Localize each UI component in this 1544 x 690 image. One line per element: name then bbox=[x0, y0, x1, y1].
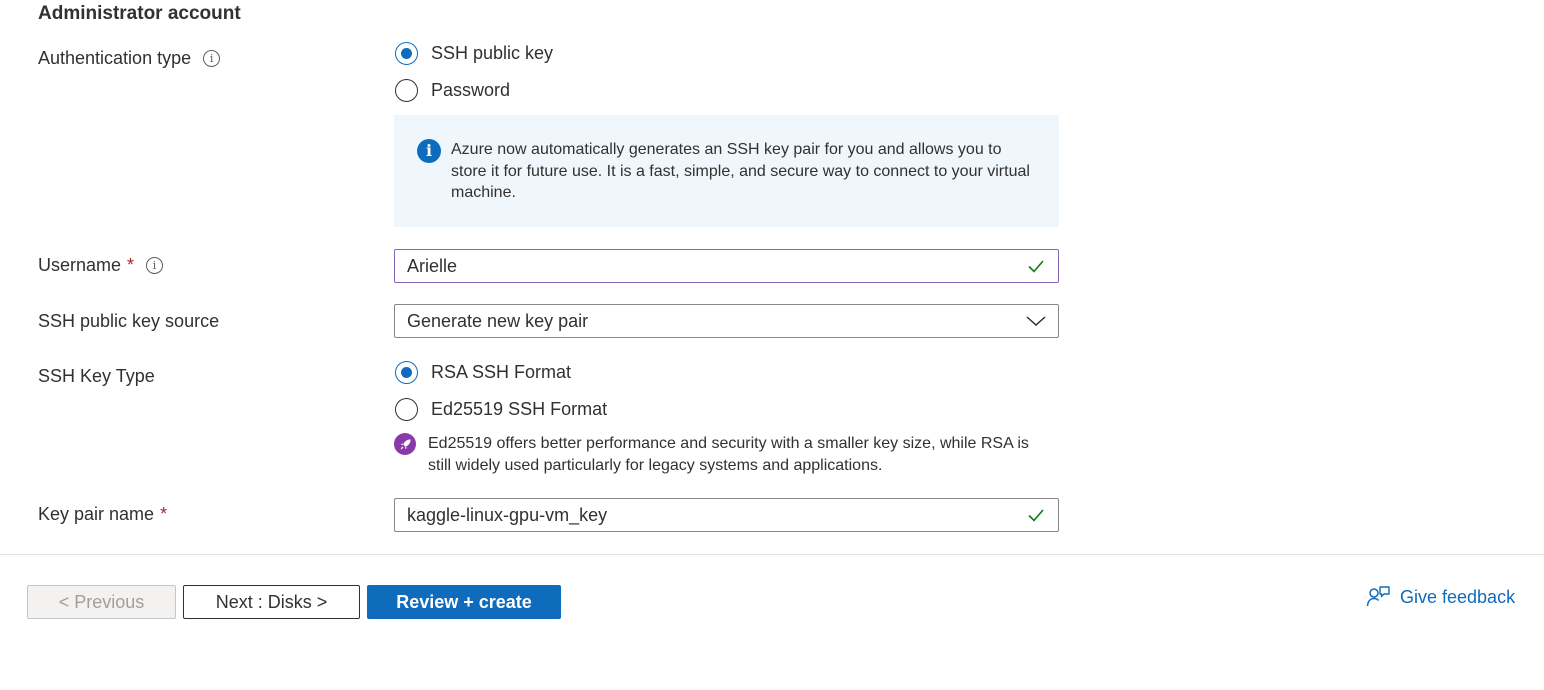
auth-radio-ssh-public-key[interactable]: SSH public key bbox=[395, 42, 553, 65]
feedback-icon bbox=[1366, 586, 1390, 607]
give-feedback-link[interactable]: Give feedback bbox=[1366, 585, 1515, 609]
key-type-label: SSH Key Type bbox=[38, 366, 155, 387]
radio-checked-icon bbox=[395, 361, 418, 384]
chevron-down-icon bbox=[1026, 316, 1046, 327]
auth-type-info-icon[interactable]: i bbox=[203, 50, 221, 67]
key-pair-name-input[interactable]: kaggle-linux-gpu-vm_key bbox=[394, 498, 1059, 532]
auth-type-label: Authentication type i bbox=[38, 48, 221, 69]
valid-check-icon bbox=[1028, 260, 1044, 273]
previous-button[interactable]: < Previous bbox=[27, 585, 176, 619]
key-source-dropdown[interactable]: Generate new key pair bbox=[394, 304, 1059, 338]
required-asterisk: * bbox=[127, 255, 135, 275]
key-type-rsa-label: RSA SSH Format bbox=[431, 362, 572, 382]
key-type-radio-rsa[interactable]: RSA SSH Format bbox=[395, 361, 571, 384]
admin-account-form: Administrator account Authentication typ… bbox=[0, 0, 1544, 690]
required-asterisk: * bbox=[160, 504, 168, 524]
key-type-label-text: SSH Key Type bbox=[38, 366, 155, 386]
key-type-radio-ed25519[interactable]: Ed25519 SSH Format bbox=[395, 398, 607, 421]
next-disks-button[interactable]: Next : Disks > bbox=[183, 585, 360, 619]
ssh-info-text: Azure now automatically generates an SSH… bbox=[451, 141, 1030, 201]
username-value: Arielle bbox=[407, 255, 458, 276]
username-input[interactable]: Arielle bbox=[394, 249, 1059, 283]
key-source-value: Generate new key pair bbox=[407, 310, 589, 331]
info-icon: i bbox=[417, 139, 441, 163]
auth-radio-password[interactable]: Password bbox=[395, 79, 510, 102]
section-title: Administrator account bbox=[38, 3, 241, 24]
give-feedback-text: Give feedback bbox=[1400, 586, 1516, 607]
key-type-tip: Ed25519 offers better performance and se… bbox=[394, 433, 1034, 477]
auth-radio-password-label: Password bbox=[431, 80, 511, 100]
key-source-label-text: SSH public key source bbox=[38, 311, 220, 331]
key-pair-value: kaggle-linux-gpu-vm_key bbox=[407, 504, 608, 525]
username-label: Username * i bbox=[38, 255, 164, 276]
key-pair-label: Key pair name * bbox=[38, 504, 167, 525]
radio-unchecked-icon bbox=[395, 79, 418, 102]
username-info-icon[interactable]: i bbox=[146, 257, 164, 274]
key-type-tip-text: Ed25519 offers better performance and se… bbox=[428, 435, 1029, 474]
review-create-button[interactable]: Review + create bbox=[367, 585, 561, 619]
key-type-ed25519-label: Ed25519 SSH Format bbox=[431, 399, 608, 419]
footer-divider bbox=[0, 554, 1544, 555]
key-source-label: SSH public key source bbox=[38, 311, 219, 332]
radio-unchecked-icon bbox=[395, 398, 418, 421]
rocket-icon bbox=[394, 433, 416, 455]
radio-checked-icon bbox=[395, 42, 418, 65]
username-label-text: Username bbox=[38, 255, 122, 275]
auth-radio-ssh-label: SSH public key bbox=[431, 43, 554, 63]
key-pair-label-text: Key pair name bbox=[38, 504, 155, 524]
auth-type-label-text: Authentication type bbox=[38, 48, 192, 68]
valid-check-icon bbox=[1028, 509, 1044, 522]
ssh-info-message: i Azure now automatically generates an S… bbox=[394, 115, 1059, 227]
